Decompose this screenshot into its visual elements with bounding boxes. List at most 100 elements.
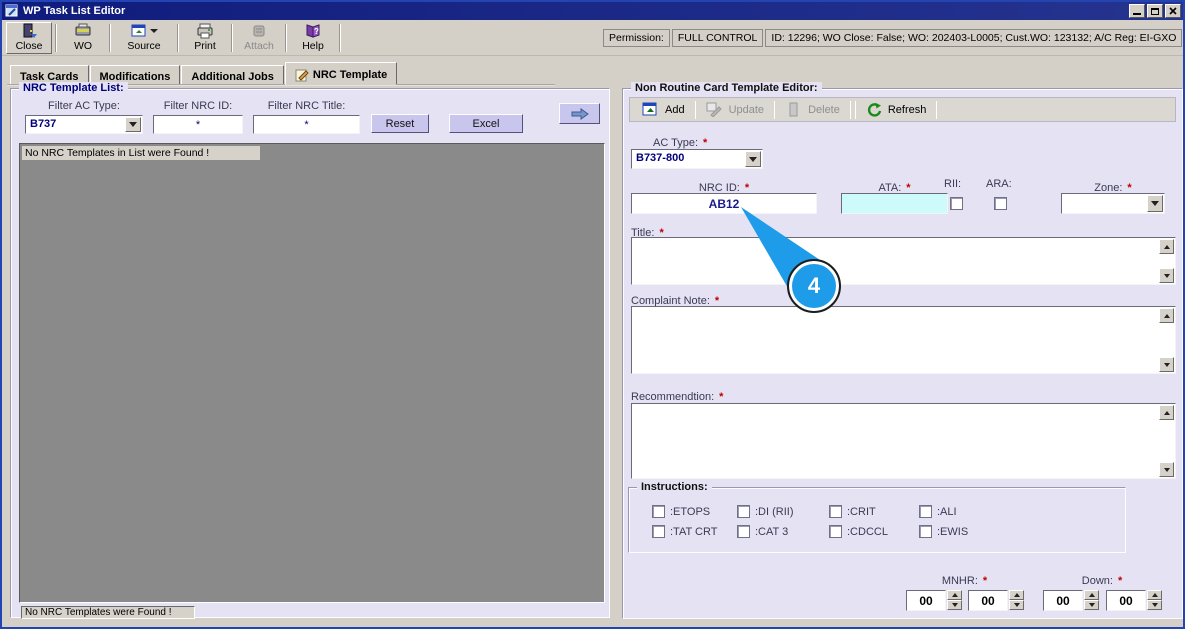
filter-nrc-id-input[interactable] [153,115,243,134]
tab-nrc-template[interactable]: NRC Template [284,62,398,85]
spin-down-button[interactable] [1147,600,1162,610]
mnhr-hours-spinner [906,590,962,611]
chevron-down-icon [129,122,137,127]
filter-ac-type-dropdown-button[interactable] [125,117,141,132]
ali-checkbox-row: :ALI [919,505,957,518]
arrow-up-icon [951,593,958,597]
toolbar-separator [339,23,341,52]
attach-button-label: Attach [244,40,274,52]
ata-input[interactable] [841,193,948,214]
arrow-up-icon [1163,313,1170,318]
recommendation-textarea[interactable] [631,403,1176,479]
window-title: WP Task List Editor [23,5,126,17]
spin-up-button[interactable] [947,590,962,600]
down-hours-spinner [1043,590,1099,611]
ac-type-combobox[interactable]: B737-800 [631,149,763,169]
down-minutes-input[interactable] [1106,590,1146,611]
etops-checkbox[interactable] [652,505,665,518]
cdccl-checkbox[interactable] [829,525,842,538]
spin-down-button[interactable] [1084,600,1099,610]
filter-ac-type-combobox[interactable]: B737 [25,115,143,134]
chevron-down-icon [749,156,757,162]
scroll-up-button[interactable] [1159,405,1174,420]
tat-crt-checkbox[interactable] [652,525,665,538]
scroll-up-button[interactable] [1159,308,1174,323]
spin-down-button[interactable] [947,600,962,610]
close-window-button[interactable] [1165,4,1181,18]
title-textarea[interactable] [631,237,1176,285]
nrc-id-input[interactable] [631,193,817,214]
spin-up-button[interactable] [1084,590,1099,600]
stamp-icon [253,25,265,37]
arrow-down-icon [1151,603,1158,607]
zone-combobox[interactable] [1061,193,1165,214]
column-icon [789,102,798,117]
scroll-down-button[interactable] [1159,357,1174,372]
update-button[interactable]: Update [698,99,772,120]
ara-label: ARA: [986,178,1012,190]
nrc-template-list[interactable]: No NRC Templates in List were Found ! [19,143,605,603]
minimize-button[interactable] [1129,4,1145,18]
circular-arrow-icon [867,103,882,117]
right-arrow-icon [571,107,589,120]
zone-dropdown-button[interactable] [1147,195,1163,212]
etops-label: :ETOPS [670,505,711,518]
ac-type-dropdown-button[interactable] [745,151,761,167]
cat3-label: :CAT 3 [755,525,789,538]
ewis-checkbox[interactable] [919,525,932,538]
complaint-note-textarea[interactable] [631,306,1176,374]
refresh-button[interactable]: Refresh [858,99,935,120]
toolbar-separator [774,100,776,119]
ac-type-label-text: AC Type: [653,137,699,149]
ara-checkbox[interactable] [994,197,1007,210]
add-button[interactable]: Add [634,99,693,120]
arrow-down-icon [1163,362,1170,367]
rii-checkbox[interactable] [950,197,963,210]
book-question-icon: ? [306,24,320,38]
delete-button[interactable]: Delete [777,99,848,120]
cat3-checkbox[interactable] [737,525,750,538]
filter-nrc-title-input[interactable] [253,115,360,134]
filter-ac-type-value: B737 [30,118,57,130]
down-minutes-spinner [1106,590,1162,611]
required-marker: * [719,391,724,403]
di-rii-checkbox[interactable] [737,505,750,518]
excel-button[interactable]: Excel [449,114,523,133]
ali-checkbox[interactable] [919,505,932,518]
down-hours-input[interactable] [1043,590,1083,611]
wo-button-label: WO [73,40,93,52]
mnhr-hours-input[interactable] [906,590,946,611]
tat-crt-checkbox-row: :TAT CRT [652,525,717,538]
spin-up-button[interactable] [1147,590,1162,600]
spin-up-button[interactable] [1009,590,1024,600]
close-button[interactable]: Close [6,21,52,54]
arrow-down-icon [1163,467,1170,472]
collapse-panel-button[interactable] [559,103,600,124]
ac-type-value: B737-800 [636,152,685,164]
etops-checkbox-row: :ETOPS [652,505,710,518]
spin-down-button[interactable] [1009,600,1024,610]
attach-button[interactable]: Attach [236,22,282,54]
scroll-up-button[interactable] [1159,239,1174,254]
scroll-down-button[interactable] [1159,268,1174,283]
arrow-down-icon [1088,603,1095,607]
tab-additional-jobs[interactable]: Additional Jobs [181,65,284,85]
toolbar-separator [177,23,179,52]
scroll-down-button[interactable] [1159,462,1174,477]
crit-checkbox[interactable] [829,505,842,518]
svg-text:?: ? [314,27,319,36]
source-dropdown-arrow[interactable] [150,29,158,33]
source-button[interactable]: Source [114,22,174,54]
restore-button[interactable] [1147,4,1163,18]
ewis-label: :EWIS [937,525,969,538]
help-button-label: Help [302,40,324,52]
mnhr-minutes-input[interactable] [968,590,1008,611]
form-window-icon [131,24,146,37]
toolbar-separator [849,100,851,119]
reset-button[interactable]: Reset [371,114,429,133]
required-marker: * [982,575,988,587]
wo-button[interactable]: WO [60,22,106,54]
help-button[interactable]: ? Help [290,22,336,54]
print-button-label: Print [194,40,216,52]
print-button[interactable]: Print [182,22,228,54]
